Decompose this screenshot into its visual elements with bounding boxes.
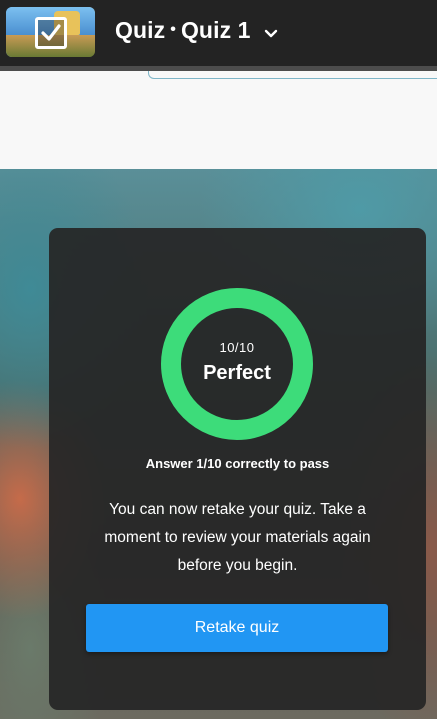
quiz-name: Quiz 1 [180, 17, 251, 43]
pass-requirement: Answer 1/10 correctly to pass [145, 456, 330, 471]
chevron-down-icon[interactable] [264, 18, 278, 45]
score-value: 10/10 [219, 340, 255, 355]
app-header: Quiz • Quiz 1 [0, 0, 437, 66]
score-verdict: Perfect [203, 362, 271, 384]
content-area [0, 71, 437, 169]
quiz-title-dropdown[interactable]: Quiz • Quiz 1 [115, 17, 278, 44]
retake-message: You can now retake your quiz. Take a mom… [104, 501, 371, 574]
retake-quiz-button[interactable]: Retake quiz [86, 604, 388, 652]
title-separator: • [170, 20, 176, 38]
quiz-label: Quiz [115, 17, 166, 43]
checkbox-checked-icon [35, 17, 67, 49]
quiz-thumbnail [6, 7, 95, 57]
content-frame-edge [148, 71, 437, 79]
